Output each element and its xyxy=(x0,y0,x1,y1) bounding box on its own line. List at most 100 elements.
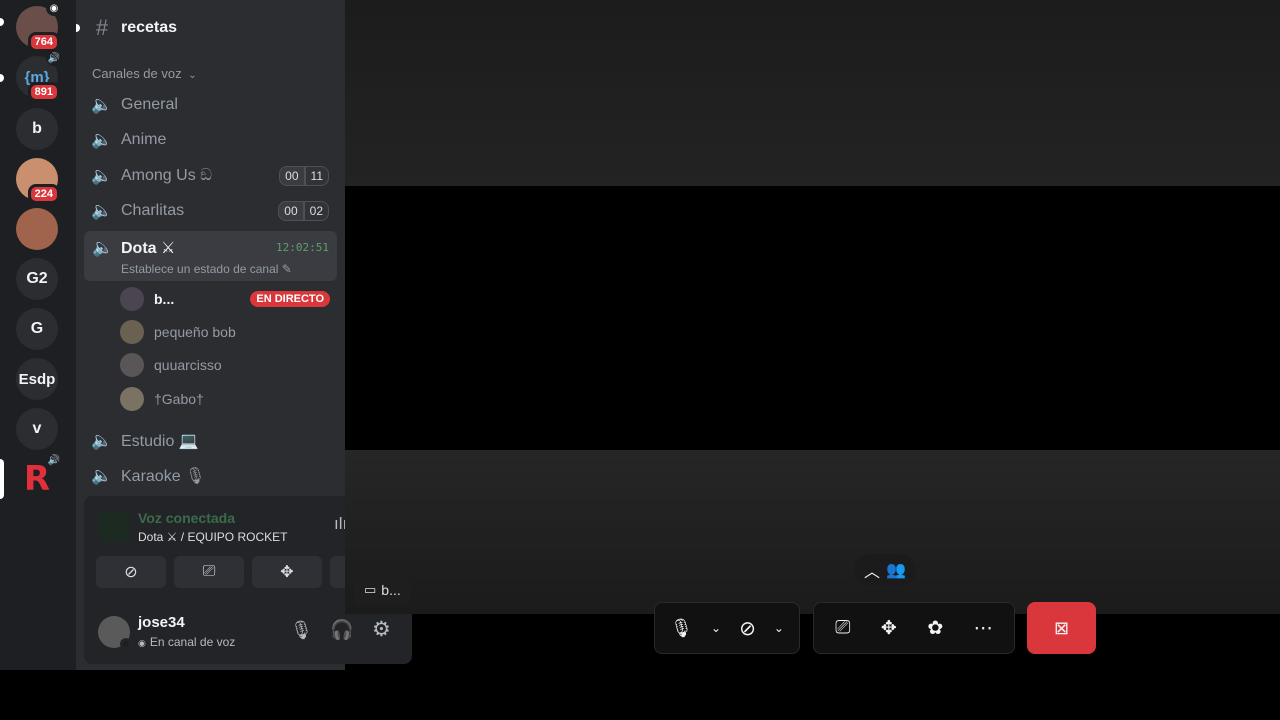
activities-icon[interactable]: ✥ xyxy=(881,617,897,640)
user-name: pequeño bob xyxy=(154,324,236,340)
server-icon-2[interactable]: {m} 🔊 891 xyxy=(16,50,62,102)
voice-channel-estudio[interactable]: 🔈 Estudio 💻 xyxy=(84,425,337,457)
stream-tag[interactable]: ▭ b... xyxy=(354,575,411,605)
mention-badge: 224 xyxy=(27,184,60,204)
user-name[interactable]: jose34 xyxy=(138,614,185,631)
voice-channel-karaoke[interactable]: 🔈 Karaoke 🎙 xyxy=(84,460,337,492)
headphones-icon[interactable]: 🎧 xyxy=(330,618,354,642)
people-icon: 👥 xyxy=(886,562,906,579)
chevron-down-icon: ⌄ xyxy=(188,70,197,81)
stream-video[interactable] xyxy=(345,186,1280,450)
user-limit-counter: 00 02 xyxy=(278,201,329,221)
voice-connected-label[interactable]: Voz conectada xyxy=(138,510,235,526)
discord-window: ◉ 764 {m} 🔊 891 b 224 G2 G Esdp v R 🔊 # … xyxy=(0,0,1280,720)
activities-icon: ✥ xyxy=(280,564,294,581)
server-label: R xyxy=(23,459,51,499)
voice-user-row[interactable]: b... EN DIRECTO xyxy=(120,284,330,314)
text-channel-recetas[interactable]: # recetas xyxy=(84,12,337,44)
voice-user-row[interactable]: †Gabo† xyxy=(120,384,330,414)
status-dot xyxy=(120,638,132,650)
speaker-icon: 🔈 xyxy=(91,431,113,450)
avatar[interactable] xyxy=(98,616,132,650)
speaker-icon: 🔈 xyxy=(91,95,113,114)
screen-share-icon: ⎚ xyxy=(202,563,216,580)
server-icon-rocket[interactable]: R 🔊 xyxy=(16,452,62,500)
chevron-down-icon[interactable]: ⌄ xyxy=(774,621,784,635)
server-label: b xyxy=(32,120,42,137)
user-limit-counter: 00 11 xyxy=(279,166,329,186)
server-icon-4[interactable]: 224 xyxy=(16,158,60,204)
chevron-down-icon[interactable]: ⌄ xyxy=(711,621,721,635)
user-status: ◉ En canal de voz xyxy=(138,635,235,649)
voice-category-header[interactable]: Canales de voz ⌄ xyxy=(92,66,197,81)
leave-stream-button[interactable]: ⊠ xyxy=(1027,602,1096,654)
more-icon[interactable]: ⋯ xyxy=(974,617,993,640)
voice-status-icon: ◉ xyxy=(46,0,62,16)
gear-icon[interactable]: ⚙ xyxy=(372,617,391,642)
server-label: v xyxy=(32,420,42,437)
counter-current: 00 xyxy=(278,201,304,221)
counter-limit: 02 xyxy=(303,201,329,221)
user-name: quuarcisso xyxy=(154,357,222,373)
voice-location[interactable]: Dota ⚔ / EQUIPO ROCKET xyxy=(138,530,287,544)
user-name: †Gabo† xyxy=(154,391,204,407)
live-badge: EN DIRECTO xyxy=(250,291,330,307)
call-timer: 12:02:51 xyxy=(276,241,329,254)
camera-off-icon[interactable]: ⊘ xyxy=(739,616,756,641)
voice-channel-dota-active[interactable]: 🔈 Dota ⚔ 12:02:51 Establece un estado de… xyxy=(84,231,337,281)
channel-name: Dota ⚔ xyxy=(121,240,176,257)
counter-current: 00 xyxy=(279,166,305,186)
screen-share-button[interactable]: ⎚ xyxy=(174,556,244,588)
server-icon-6[interactable]: G2 xyxy=(16,258,58,300)
mention-badge: 891 xyxy=(27,82,60,102)
user-name: b... xyxy=(154,291,175,307)
voice-user-row[interactable]: pequeño bob xyxy=(120,317,330,347)
avatar xyxy=(120,320,144,344)
category-label: Canales de voz xyxy=(92,66,182,81)
channel-name: Charlitas xyxy=(121,202,185,219)
signal-icon[interactable] xyxy=(98,512,130,542)
channel-name: recetas xyxy=(121,19,178,36)
voice-channel-anime[interactable]: 🔈 Anime xyxy=(84,124,337,156)
hash-icon: # xyxy=(95,15,109,40)
camera-off-icon: ⊘ xyxy=(124,564,138,581)
voice-channel-general[interactable]: 🔈 General xyxy=(84,89,337,121)
speaker-icon: 🔊 xyxy=(46,452,62,468)
camera-off-button[interactable]: ⊘ xyxy=(96,556,166,588)
voice-indicator-icon: ◉ xyxy=(138,638,146,648)
soundboard-icon[interactable]: ✿ xyxy=(927,617,943,640)
chevron-up-icon: ︿ xyxy=(864,564,881,581)
server-icon-5[interactable] xyxy=(16,208,58,250)
channel-list: # recetas Canales de voz ⌄ 🔈 General 🔈 A… xyxy=(76,0,412,670)
speaker-icon: 🔊 xyxy=(46,50,62,66)
voice-channel-charlitas[interactable]: 🔈 Charlitas 00 02 xyxy=(84,195,337,227)
speaker-icon: 🔈 xyxy=(91,130,113,149)
voice-user-row[interactable]: quuarcisso xyxy=(120,350,330,380)
unread-pill xyxy=(0,18,4,26)
server-icon-7[interactable]: G xyxy=(16,308,58,350)
show-members-button[interactable]: ︿ 👥 xyxy=(854,554,916,586)
selected-pill xyxy=(0,459,4,499)
monitor-icon: ▭ xyxy=(364,582,377,597)
counter-limit: 11 xyxy=(304,166,329,186)
pencil-icon: ✎ xyxy=(281,262,292,276)
server-label: G xyxy=(30,320,44,337)
activities-button[interactable]: ✥ xyxy=(252,556,322,588)
unread-pill xyxy=(0,74,4,82)
screen-share-icon[interactable]: ⎚ xyxy=(835,617,850,639)
mention-badge: 764 xyxy=(27,32,60,52)
channel-name: Anime xyxy=(121,131,167,148)
server-icon-8[interactable]: Esdp xyxy=(16,358,58,400)
status-hint-text: Establece un estado de canal xyxy=(121,262,279,276)
user-status-text: En canal de voz xyxy=(149,635,236,649)
mic-icon[interactable]: 🎙 xyxy=(290,620,313,641)
server-icon-3[interactable]: b xyxy=(16,108,58,150)
set-status-hint[interactable]: Establece un estado de canal ✎ xyxy=(121,262,292,276)
server-label: Esdp xyxy=(18,370,56,388)
voice-channel-among-us[interactable]: 🔈 Among Us ඞ 00 11 xyxy=(84,160,337,192)
speaker-icon: 🔈 xyxy=(91,166,113,185)
server-icon-1[interactable]: ◉ 764 xyxy=(16,0,62,52)
server-icon-9[interactable]: v xyxy=(16,408,58,450)
mic-icon[interactable]: 🎙 xyxy=(670,618,693,639)
server-label: G2 xyxy=(26,270,48,287)
